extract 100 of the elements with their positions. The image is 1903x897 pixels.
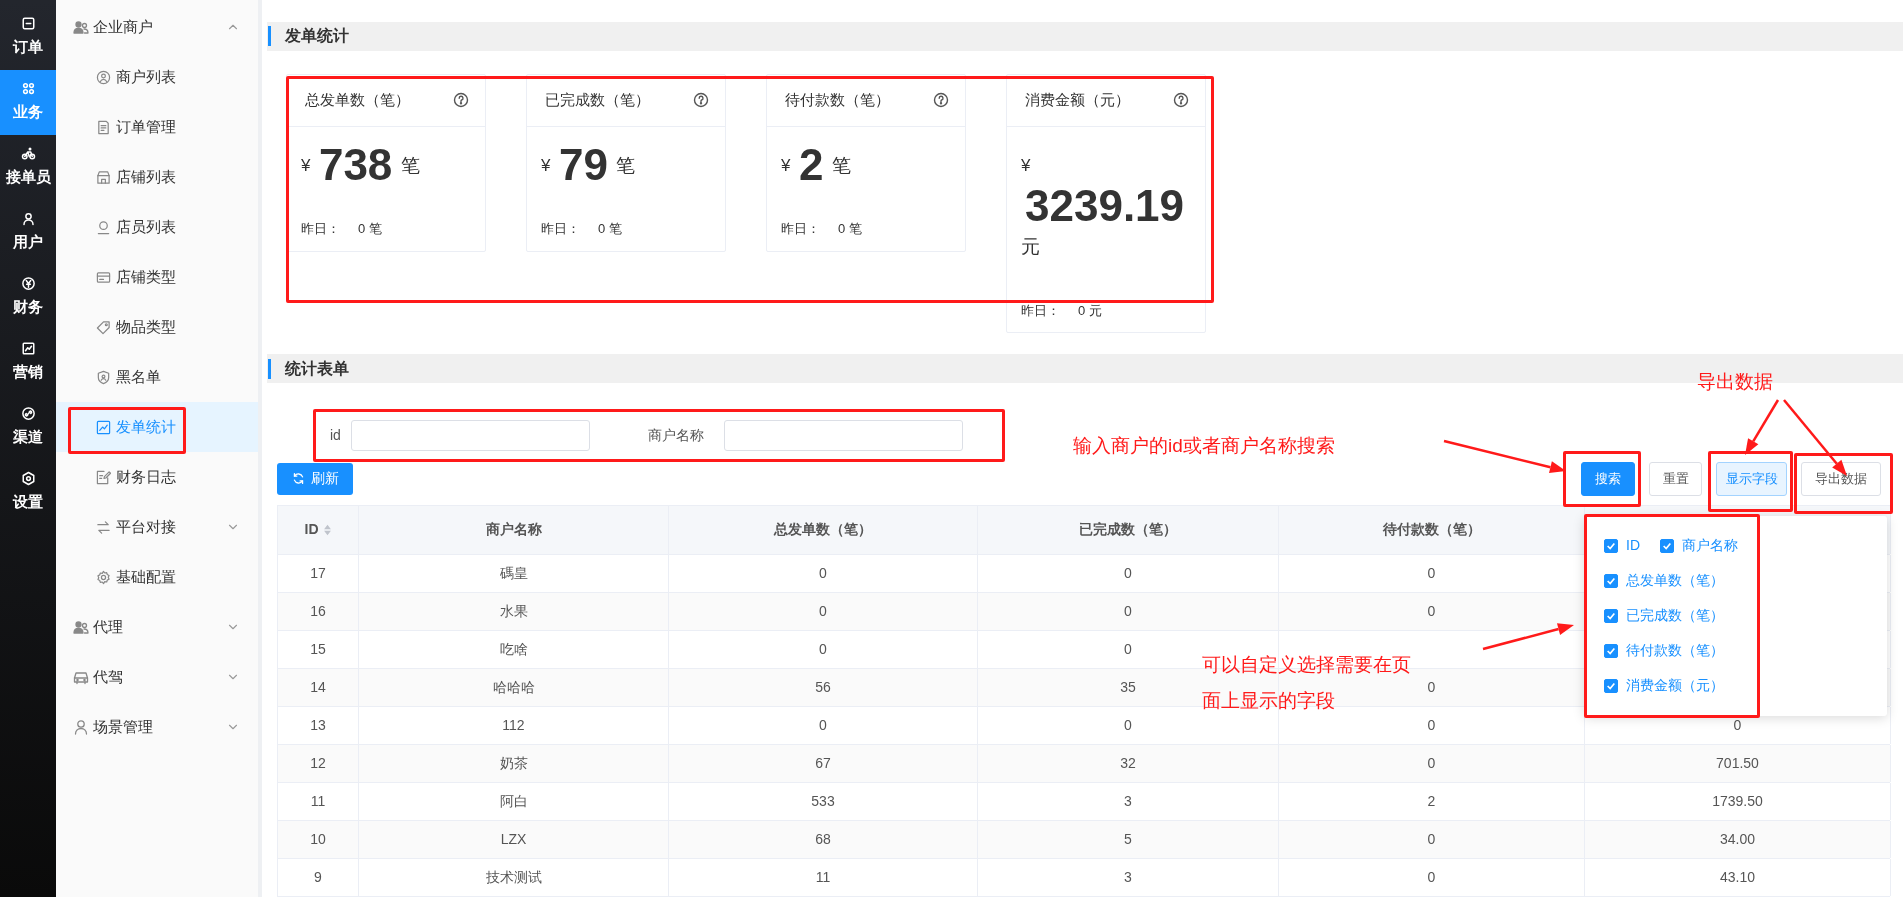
chart-icon bbox=[20, 341, 36, 357]
stat-value: 2 bbox=[798, 140, 824, 190]
bicycle-icon bbox=[20, 146, 36, 162]
toolbar-button[interactable]: 重置 bbox=[1649, 462, 1702, 496]
checkbox[interactable] bbox=[1604, 538, 1618, 553]
table-cell-text: 67 bbox=[815, 754, 831, 773]
menu-item[interactable]: 财务日志 bbox=[56, 452, 258, 502]
table-cell-text: LZX bbox=[500, 830, 527, 849]
menu-item[interactable]: 平台对接 bbox=[56, 502, 258, 552]
stat-value: 79 bbox=[558, 140, 608, 190]
menu-group[interactable]: 场景管理 bbox=[56, 702, 258, 752]
table-cell-text: 0 bbox=[1124, 602, 1132, 621]
table-cell-text: 0 bbox=[1733, 716, 1742, 735]
table-cell-text: 15 bbox=[310, 640, 326, 659]
table-cell-text: 16 bbox=[310, 602, 326, 621]
menu-item[interactable]: 店铺列表 bbox=[56, 152, 258, 202]
rail-item[interactable]: 订单 bbox=[0, 5, 56, 70]
users-icon bbox=[73, 19, 89, 35]
rail-item[interactable]: 接单员 bbox=[0, 135, 56, 200]
rail-item[interactable]: 营销 bbox=[0, 330, 56, 395]
table-cell-text: 3 bbox=[1124, 792, 1132, 811]
table-cell-text: 533 bbox=[811, 792, 835, 811]
menu-item[interactable]: 店员列表 bbox=[56, 202, 258, 252]
filter-input[interactable] bbox=[350, 420, 590, 451]
menu-item[interactable]: 商户列表 bbox=[56, 52, 258, 102]
column-header: 商户名称 bbox=[485, 520, 542, 540]
coin-icon bbox=[20, 276, 36, 292]
menu-item[interactable]: 店铺类型 bbox=[56, 252, 258, 302]
table-cell-text: 3 bbox=[1124, 868, 1132, 887]
annotation-arrow bbox=[1745, 399, 1780, 455]
annotation-text: 可以自定义选择需要在页面上显示的字段 bbox=[1202, 653, 1412, 713]
table-cell-text: 0 bbox=[1427, 868, 1436, 887]
toolbar-button[interactable]: 导出数据 bbox=[1801, 462, 1881, 496]
swap-icon bbox=[96, 519, 111, 535]
yesterday-value: 0 元 bbox=[1078, 301, 1102, 320]
table-cell-text: 5 bbox=[1124, 830, 1132, 849]
table-cell-text: 技术测试 bbox=[485, 868, 542, 887]
edit-icon bbox=[96, 469, 111, 485]
filter-input[interactable] bbox=[723, 420, 963, 451]
rail-item[interactable]: 设置 bbox=[0, 460, 56, 525]
section-title: 发单统计 bbox=[285, 26, 349, 47]
gear-icon bbox=[20, 471, 36, 487]
person-icon bbox=[96, 219, 111, 235]
table-cell-text: 0 bbox=[819, 716, 827, 735]
table-cell-text: 吃啥 bbox=[499, 640, 528, 659]
tag-icon bbox=[96, 319, 111, 335]
table-cell-text: 0 bbox=[1427, 564, 1436, 583]
menu-item[interactable]: 基础配置 bbox=[56, 552, 258, 602]
table-cell-text: 12 bbox=[310, 754, 326, 773]
rail-item[interactable]: 财务 bbox=[0, 265, 56, 330]
unit-label: 笔 bbox=[400, 154, 420, 176]
table-cell-text: 68 bbox=[815, 830, 831, 849]
checkbox[interactable] bbox=[1604, 573, 1618, 588]
menu-item[interactable]: 物品类型 bbox=[56, 302, 258, 352]
currency-sign: ¥ bbox=[301, 155, 311, 175]
gear-icon bbox=[96, 569, 111, 585]
stat-value: 3239.19 bbox=[1025, 181, 1185, 231]
table-cell-text: 阿白 bbox=[499, 792, 528, 811]
filter-label: 商户名称 bbox=[647, 426, 704, 445]
table-cell-text: 32 bbox=[1120, 754, 1136, 773]
table-cell-text: 0 bbox=[1124, 716, 1132, 735]
grid-icon bbox=[20, 81, 36, 97]
table-cell-text: 0 bbox=[1427, 602, 1436, 621]
help-icon bbox=[1173, 92, 1189, 109]
menu-group[interactable]: 代驾 bbox=[56, 652, 258, 702]
column-header: ID bbox=[304, 520, 319, 540]
person-icon bbox=[73, 719, 89, 735]
table-cell-text: 10 bbox=[310, 830, 326, 849]
help-icon bbox=[693, 92, 709, 109]
table-cell-text: 0 bbox=[1427, 830, 1436, 849]
menu-group[interactable]: 企业商户 bbox=[56, 2, 258, 52]
table-cell-text: 奶茶 bbox=[499, 754, 528, 773]
check-icon bbox=[1606, 610, 1616, 621]
menu-item[interactable]: 黑名单 bbox=[56, 352, 258, 402]
card-icon bbox=[96, 269, 111, 285]
users-icon bbox=[73, 619, 89, 635]
table-cell-text: 0 bbox=[819, 640, 827, 659]
currency-sign: ¥ bbox=[1021, 155, 1031, 175]
section-title: 统计表单 bbox=[285, 358, 349, 379]
table-cell-text: 34.00 bbox=[1719, 830, 1755, 849]
table-cell-text: 17 bbox=[310, 564, 326, 583]
rail-item[interactable]: 用户 bbox=[0, 200, 56, 265]
column-header: 待付款数（笔） bbox=[1382, 520, 1481, 540]
table-cell-text: 701.50 bbox=[1716, 754, 1759, 773]
checkbox[interactable] bbox=[1604, 608, 1618, 623]
menu-item[interactable]: 订单管理 bbox=[56, 102, 258, 152]
card-title: 已完成数（笔） bbox=[545, 89, 650, 110]
checkbox[interactable] bbox=[1660, 538, 1674, 553]
check-icon bbox=[1662, 540, 1672, 551]
menu-group[interactable]: 代理 bbox=[56, 602, 258, 652]
currency-sign: ¥ bbox=[781, 155, 791, 175]
link-icon bbox=[20, 406, 36, 422]
checkbox[interactable] bbox=[1604, 643, 1618, 658]
table-cell-text: 35 bbox=[1120, 678, 1136, 697]
shield-icon bbox=[96, 369, 111, 385]
checkbox[interactable] bbox=[1604, 678, 1618, 693]
table-cell-text: 哈哈哈 bbox=[492, 678, 535, 697]
table-cell-text: 水果 bbox=[499, 602, 528, 621]
rail-item[interactable]: 渠道 bbox=[0, 395, 56, 460]
sort-icon bbox=[322, 524, 332, 536]
